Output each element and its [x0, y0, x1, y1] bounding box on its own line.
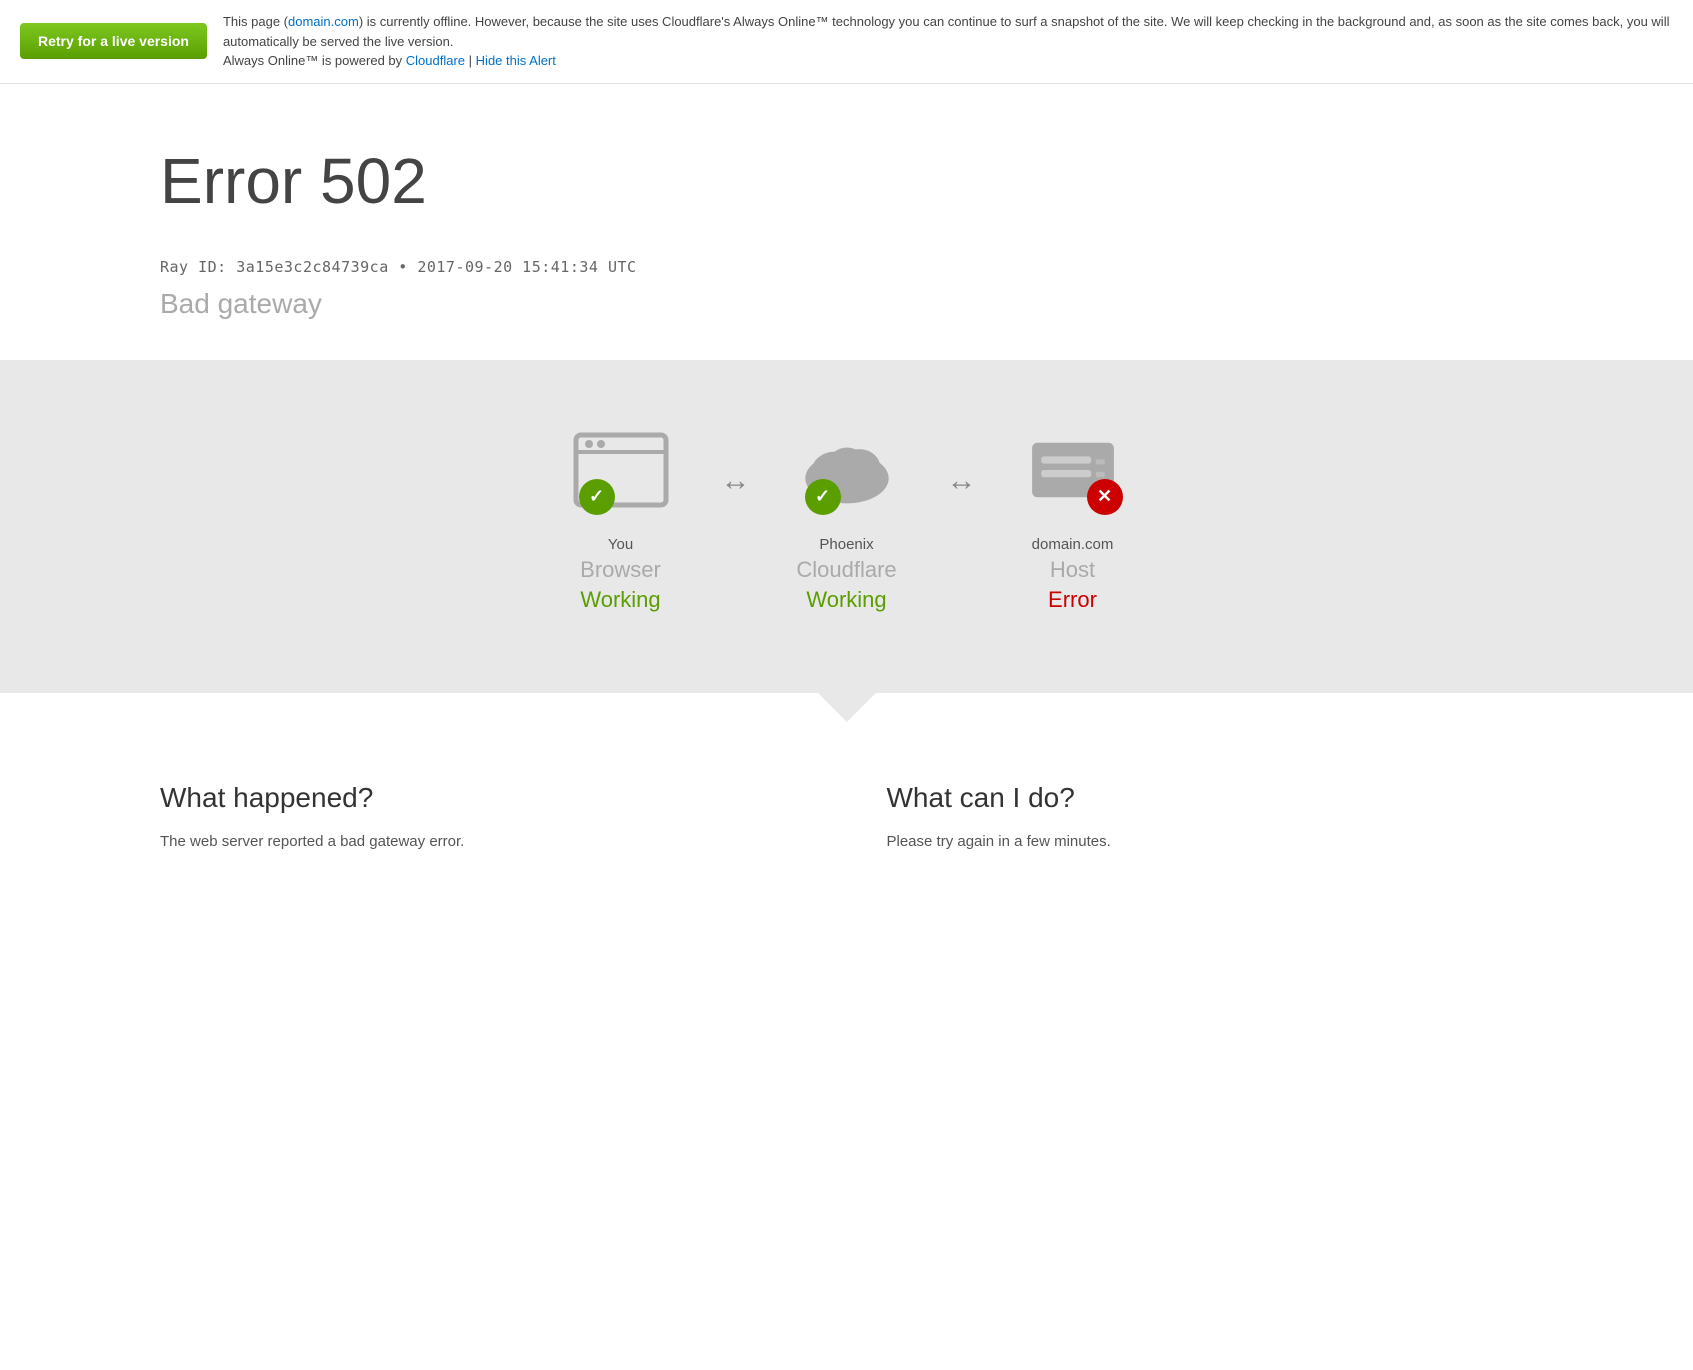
server-icon-wrapper: ✕ [1013, 420, 1133, 520]
what-happened-heading: What happened? [160, 782, 807, 814]
cloudflare-status-badge: ✓ [805, 479, 841, 515]
host-main-label: Host [1050, 557, 1095, 583]
cloudflare-link[interactable]: Cloudflare [406, 53, 465, 68]
what-can-i-do-text: Please try again in a few minutes. [887, 830, 1534, 854]
diagram-section: ✓ You Browser Working ↔ ✓ Phoenix Cloudf… [0, 360, 1693, 693]
separator: | [469, 53, 476, 68]
domain-link[interactable]: domain.com [288, 14, 359, 29]
host-status-badge: ✕ [1087, 479, 1123, 515]
error-subtitle: Bad gateway [160, 288, 1693, 320]
ray-id: Ray ID: 3a15e3c2c84739ca • 2017-09-20 15… [160, 258, 1693, 276]
arrow-1: ↔ [721, 464, 747, 498]
diagram-item-cloudflare: ✓ Phoenix Cloudflare Working [757, 420, 937, 613]
host-status: Error [1048, 587, 1097, 613]
info-section: What happened? The web server reported a… [0, 722, 1693, 914]
host-top-label: domain.com [1032, 536, 1114, 553]
alert-message-start: This page ( [223, 14, 288, 29]
info-right: What can I do? Please try again in a few… [887, 782, 1534, 854]
cloud-icon-wrapper: ✓ [787, 420, 907, 520]
notch-container [0, 693, 1693, 722]
diagram-item-browser: ✓ You Browser Working [531, 420, 711, 613]
cloudflare-top-label: Phoenix [819, 536, 873, 553]
error-title: Error 502 [160, 144, 1693, 218]
browser-status-badge: ✓ [579, 479, 615, 515]
diagram-notch [817, 692, 877, 722]
alert-text: This page (domain.com) is currently offl… [223, 12, 1673, 71]
cloudflare-main-label: Cloudflare [796, 557, 896, 583]
arrow-2: ↔ [947, 464, 973, 498]
what-happened-text: The web server reported a bad gateway er… [160, 830, 807, 854]
browser-top-label: You [608, 536, 633, 553]
powered-by-text: Always Online™ is powered by [223, 53, 402, 68]
browser-main-label: Browser [580, 557, 661, 583]
hide-alert-link[interactable]: Hide this Alert [476, 53, 556, 68]
alert-banner: Retry for a live version This page (doma… [0, 0, 1693, 84]
browser-status: Working [580, 587, 660, 613]
cloudflare-status: Working [806, 587, 886, 613]
alert-message-middle: ) is currently offline. However, because… [223, 14, 1670, 49]
browser-icon-wrapper: ✓ [561, 420, 681, 520]
info-left: What happened? The web server reported a… [160, 782, 807, 854]
what-can-i-do-heading: What can I do? [887, 782, 1534, 814]
diagram-item-host: ✕ domain.com Host Error [983, 420, 1163, 613]
retry-button[interactable]: Retry for a live version [20, 23, 207, 59]
error-section: Error 502 Ray ID: 3a15e3c2c84739ca • 201… [0, 84, 1693, 360]
diagram-row: ✓ You Browser Working ↔ ✓ Phoenix Cloudf… [531, 420, 1163, 613]
